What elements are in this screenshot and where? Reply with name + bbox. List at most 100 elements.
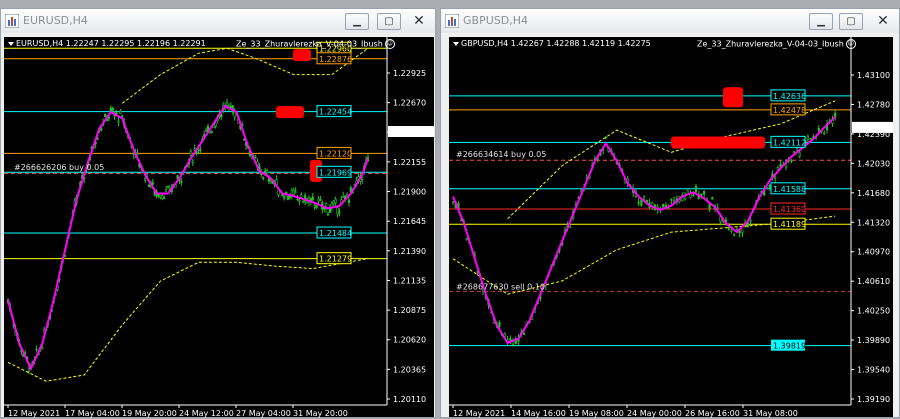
chart-canvas[interactable]: #266626206 buy 0.051.229601.228761.22454… xyxy=(4,37,434,419)
candle-body xyxy=(111,107,114,111)
price-tick-label: 1.21645 xyxy=(393,217,426,226)
candle-body xyxy=(294,191,297,193)
candle-body xyxy=(569,226,572,229)
candle-body xyxy=(670,198,673,201)
candle-body xyxy=(334,198,337,204)
candle-body xyxy=(768,185,771,188)
signal-marker xyxy=(276,106,304,119)
candle-body xyxy=(332,200,335,204)
candle-body xyxy=(100,128,103,131)
candle-body xyxy=(296,198,299,201)
candle-body xyxy=(498,322,501,328)
minimize-button[interactable]: ▁ xyxy=(345,13,369,30)
window-titlebar[interactable]: GBPUSD,H4 ▁ ▢ ✕ xyxy=(441,9,899,33)
chart-window-icon xyxy=(445,14,459,28)
level-label-text: 1.21279 xyxy=(319,255,352,264)
chart-menu-arrow-icon[interactable] xyxy=(8,42,14,46)
price-tick-label: 1.22925 xyxy=(393,69,426,78)
candle-body xyxy=(254,157,257,160)
candle-body xyxy=(465,238,468,241)
price-tick-label: 1.21900 xyxy=(393,188,426,197)
candle-body xyxy=(132,153,135,156)
candle-body xyxy=(302,201,305,203)
candle-body xyxy=(317,198,320,202)
price-tick-label: 1.39190 xyxy=(857,395,890,404)
time-tick-label: 27 May 04:00 xyxy=(236,409,291,418)
chart-canvas[interactable]: #266634614 buy 0.05 #268677630 sell 0.10 1… xyxy=(449,37,893,419)
candle-body xyxy=(164,189,168,192)
close-button[interactable]: ✕ xyxy=(871,13,895,30)
candle-body xyxy=(191,160,194,163)
candle-body xyxy=(286,195,290,200)
candle-body xyxy=(300,194,303,198)
price-tick-label: 1.40610 xyxy=(857,277,890,286)
price-chart[interactable]: #266626206 buy 0.05 1.22960 1.22876 1.22454… xyxy=(4,37,434,419)
level-label-text: 1.22876 xyxy=(319,55,352,64)
candle-body xyxy=(823,132,826,135)
window-titlebar[interactable]: EURUSD,H4 ▁ ▢ ✕ xyxy=(1,9,435,33)
candle-body xyxy=(144,178,147,181)
price-tick-label: 1.20365 xyxy=(393,365,426,374)
close-button[interactable]: ✕ xyxy=(407,13,431,30)
candle-body xyxy=(166,185,170,188)
candle-body xyxy=(790,160,793,162)
candle-body xyxy=(265,170,269,173)
price-tick-label: 1.21390 xyxy=(393,247,426,256)
envelope-lower-line xyxy=(7,258,369,382)
candle-body xyxy=(119,110,122,115)
gbpusd-chart-window[interactable]: GBPUSD,H4 ▁ ▢ ✕ #266634614 buy 0.05 #2686… xyxy=(440,8,900,418)
smiley-icon: ☺ xyxy=(384,39,395,49)
current-price-label: 1.42275 xyxy=(855,124,888,133)
maximize-button[interactable]: ▢ xyxy=(839,13,863,30)
indicator-name: Ze_33_Zhuravlerezka_V-04-03_Ibush ☺ xyxy=(236,39,395,49)
candle-body xyxy=(733,233,736,236)
candle-body xyxy=(290,189,293,196)
candle-body xyxy=(347,199,351,203)
minimize-button[interactable]: ▁ xyxy=(809,13,833,30)
time-tick-label: 31 May 20:00 xyxy=(293,409,348,418)
symbol-ohlc-header: EURUSD,H4 1.22247 1.22295 1.22196 1.2229… xyxy=(16,39,206,48)
candle-body xyxy=(264,170,267,173)
time-tick-label: 14 May 16:00 xyxy=(511,409,566,418)
candle-body xyxy=(136,152,139,155)
candle-body xyxy=(315,204,318,209)
candle-body xyxy=(817,127,820,131)
candle-body xyxy=(313,205,316,208)
level-label-text: 1.42112 xyxy=(773,138,806,147)
candle-body xyxy=(283,196,286,199)
candle-body xyxy=(180,180,183,183)
chart-menu-arrow-icon[interactable] xyxy=(453,42,459,46)
candle-body xyxy=(809,138,812,140)
candle-body xyxy=(793,151,796,153)
candle-body xyxy=(694,186,698,193)
candle-body xyxy=(233,111,236,118)
candle-body xyxy=(159,195,162,198)
price-tick-label: 1.40970 xyxy=(857,248,890,257)
candle-body xyxy=(361,177,364,180)
candle-body xyxy=(229,105,232,108)
current-price-label: 1.22291 xyxy=(391,128,424,137)
candle-body xyxy=(27,368,31,372)
eurusd-chart-window[interactable]: EURUSD,H4 ▁ ▢ ✕ #266626206 buy 0.05 1.229… xyxy=(0,8,436,418)
candle-body xyxy=(189,151,192,156)
candle-body xyxy=(298,200,301,202)
candle-body xyxy=(806,135,809,141)
maximize-button[interactable]: ▢ xyxy=(377,13,401,30)
time-tick-label: 19 May 20:00 xyxy=(122,409,177,418)
order-label: #266626206 buy 0.05 xyxy=(14,163,104,172)
price-tick-label: 1.39540 xyxy=(857,366,890,375)
candle-body xyxy=(703,190,706,195)
candle-body xyxy=(35,348,38,351)
signal-marker xyxy=(293,49,311,62)
candle-body xyxy=(711,197,714,200)
level-label-text: 1.41360 xyxy=(773,205,806,214)
candle-body xyxy=(319,199,322,201)
candle-body xyxy=(637,202,640,204)
candle-body xyxy=(104,113,107,117)
price-tick-label: 1.20620 xyxy=(393,336,426,345)
price-chart[interactable]: #266634614 buy 0.05 #268677630 sell 0.10 1… xyxy=(449,37,893,419)
candle-body xyxy=(163,197,166,200)
window-title: EURUSD,H4 xyxy=(23,14,88,27)
order-label: #268677630 sell 0.10 xyxy=(456,282,545,291)
candle-body xyxy=(640,199,643,206)
